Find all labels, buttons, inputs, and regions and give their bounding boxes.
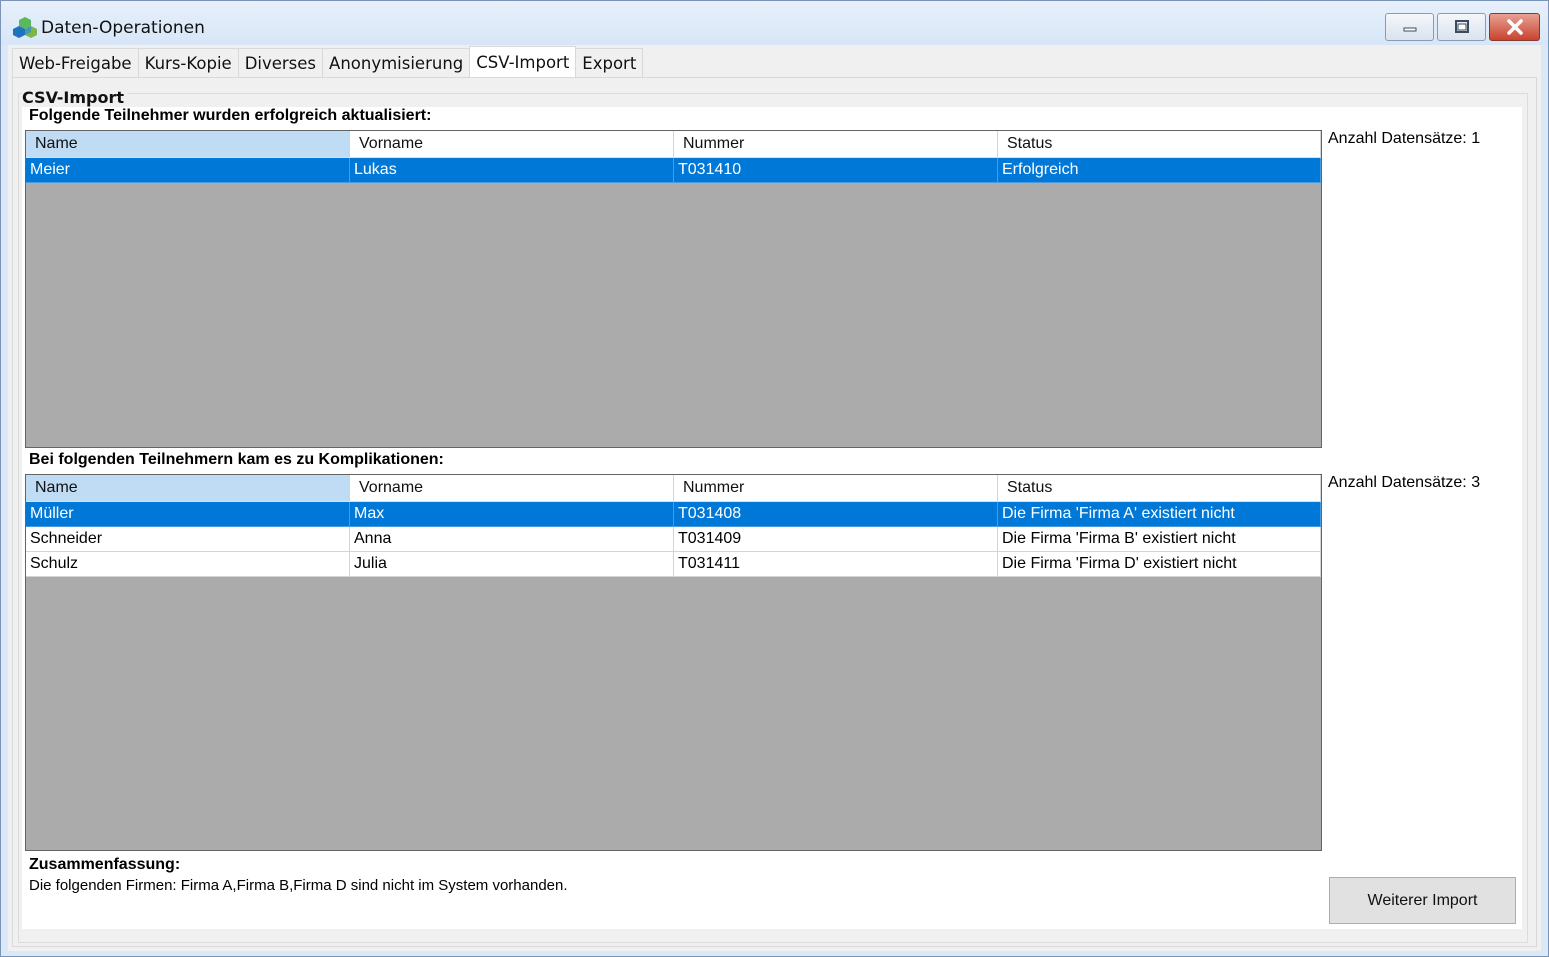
weiterer-import-button[interactable]: Weiterer Import bbox=[1329, 877, 1516, 924]
group-content: Folgende Teilnehmer wurden erfolgreich a… bbox=[22, 107, 1522, 929]
tab-anonymisierung[interactable]: Anonymisierung bbox=[322, 48, 471, 78]
minimize-button[interactable] bbox=[1385, 13, 1434, 41]
cell-name[interactable]: Schulz bbox=[26, 552, 350, 577]
column-header-status[interactable]: Status bbox=[998, 131, 1321, 158]
csv-import-page: CSV-Import Folgende Teilnehmer wurden er… bbox=[12, 77, 1537, 947]
problems-grid[interactable]: Name Vorname Nummer Status Müller Max T0… bbox=[25, 474, 1322, 851]
cell-vorname[interactable]: Lukas bbox=[350, 158, 674, 183]
tab-strip: Web-Freigabe Kurs-Kopie Diverses Anonymi… bbox=[12, 46, 644, 78]
group-title: CSV-Import bbox=[22, 88, 128, 107]
column-header-status[interactable]: Status bbox=[998, 475, 1321, 502]
column-header-nummer[interactable]: Nummer bbox=[674, 131, 998, 158]
column-header-nummer[interactable]: Nummer bbox=[674, 475, 998, 502]
table-row[interactable]: Schneider Anna T031409 Die Firma 'Firma … bbox=[26, 527, 1321, 552]
summary-text: Die folgenden Firmen: Firma A,Firma B,Fi… bbox=[29, 877, 568, 894]
column-header-vorname[interactable]: Vorname bbox=[350, 475, 674, 502]
table-row[interactable]: Schulz Julia T031411 Die Firma 'Firma D'… bbox=[26, 552, 1321, 577]
close-button[interactable] bbox=[1489, 13, 1540, 41]
maximize-button[interactable] bbox=[1437, 13, 1486, 41]
cell-vorname[interactable]: Anna bbox=[350, 527, 674, 552]
window-title: Daten-Operationen bbox=[41, 18, 205, 38]
cell-vorname[interactable]: Max bbox=[350, 502, 674, 527]
minimize-icon bbox=[1403, 27, 1416, 32]
success-record-count: Anzahl Datensätze: 1 bbox=[1328, 130, 1481, 147]
tab-diverses[interactable]: Diverses bbox=[237, 48, 324, 78]
close-icon bbox=[1506, 19, 1523, 35]
cell-name[interactable]: Meier bbox=[26, 158, 350, 183]
cell-vorname[interactable]: Julia bbox=[350, 552, 674, 577]
column-header-vorname[interactable]: Vorname bbox=[350, 131, 674, 158]
tab-export[interactable]: Export bbox=[575, 48, 644, 78]
cell-status[interactable]: Die Firma 'Firma A' existiert nicht bbox=[998, 502, 1321, 527]
column-header-name[interactable]: Name bbox=[26, 475, 350, 502]
cell-name[interactable]: Müller bbox=[26, 502, 350, 527]
cell-nummer[interactable]: T031408 bbox=[674, 502, 998, 527]
grid-header-row: Name Vorname Nummer Status bbox=[26, 475, 1321, 502]
tab-web-freigabe[interactable]: Web-Freigabe bbox=[12, 48, 139, 78]
main-window: Daten-Operationen Web-Freigabe Kurs-Kopi… bbox=[0, 0, 1549, 957]
cell-nummer[interactable]: T031409 bbox=[674, 527, 998, 552]
problems-section-label: Bei folgenden Teilnehmern kam es zu Komp… bbox=[29, 451, 444, 468]
cell-status[interactable]: Erfolgreich bbox=[998, 158, 1321, 183]
grid-header-row: Name Vorname Nummer Status bbox=[26, 131, 1321, 158]
client-area: Web-Freigabe Kurs-Kopie Diverses Anonymi… bbox=[8, 45, 1541, 951]
cell-status[interactable]: Die Firma 'Firma B' existiert nicht bbox=[998, 527, 1321, 552]
column-header-name[interactable]: Name bbox=[26, 131, 350, 158]
cell-status[interactable]: Die Firma 'Firma D' existiert nicht bbox=[998, 552, 1321, 577]
success-section-label: Folgende Teilnehmer wurden erfolgreich a… bbox=[29, 107, 432, 124]
tab-kurs-kopie[interactable]: Kurs-Kopie bbox=[137, 48, 239, 78]
table-row[interactable]: Meier Lukas T031410 Erfolgreich bbox=[26, 158, 1321, 183]
success-grid[interactable]: Name Vorname Nummer Status Meier Lukas T… bbox=[25, 130, 1322, 448]
cell-nummer[interactable]: T031411 bbox=[674, 552, 998, 577]
app-cubes-icon bbox=[13, 17, 37, 38]
summary-title: Zusammenfassung: bbox=[29, 856, 181, 873]
problems-record-count: Anzahl Datensätze: 3 bbox=[1328, 474, 1481, 491]
title-bar[interactable]: Daten-Operationen bbox=[1, 1, 1548, 45]
tab-csv-import[interactable]: CSV-Import bbox=[469, 46, 577, 78]
cell-name[interactable]: Schneider bbox=[26, 527, 350, 552]
cell-nummer[interactable]: T031410 bbox=[674, 158, 998, 183]
maximize-icon bbox=[1454, 20, 1469, 33]
table-row[interactable]: Müller Max T031408 Die Firma 'Firma A' e… bbox=[26, 502, 1321, 527]
